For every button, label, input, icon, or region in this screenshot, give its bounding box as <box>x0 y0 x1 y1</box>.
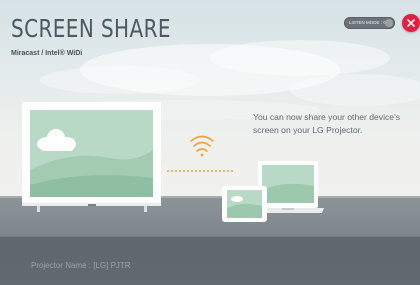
illustration <box>22 102 324 222</box>
projector-name: Projector Name : [LG] PJTR <box>31 261 131 270</box>
bottom-bar-edge <box>0 236 420 237</box>
screen-share-screen: SCREEN SHARE Miracast / Intel® WiDi LIST… <box>0 0 420 285</box>
tv-icon <box>22 102 161 212</box>
tablet-icon <box>222 186 267 222</box>
wifi-signal-icon <box>190 135 214 157</box>
signal-dots <box>167 170 233 172</box>
